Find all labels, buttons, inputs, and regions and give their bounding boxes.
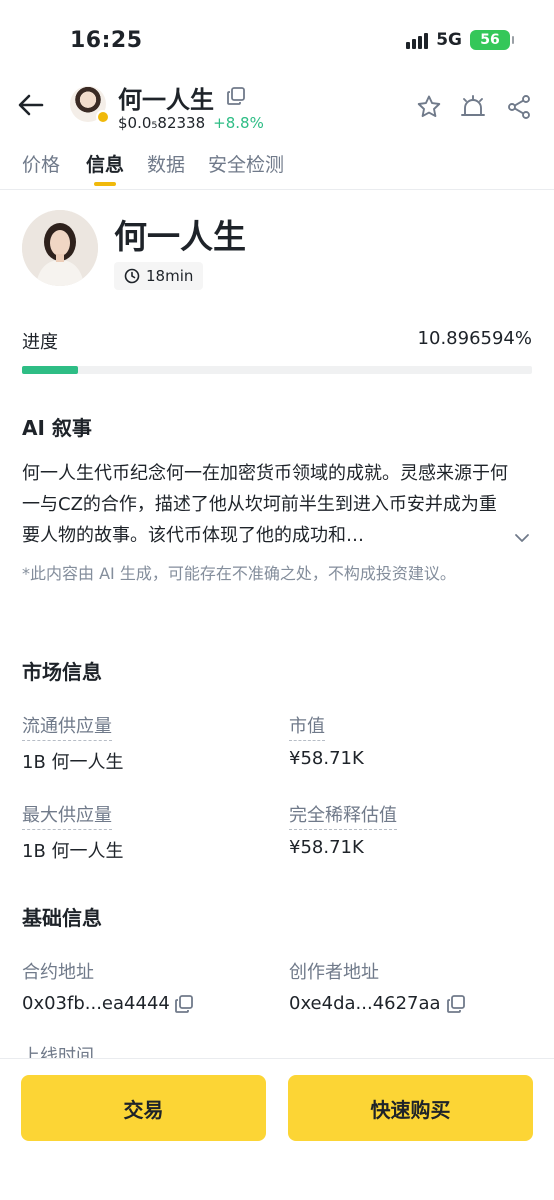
- clock-icon: [124, 268, 140, 284]
- basic-info-title: 基础信息: [22, 906, 102, 930]
- quick-buy-button[interactable]: 快速购买: [288, 1075, 533, 1141]
- ai-disclaimer: *此内容由 AI 生成，可能存在不准确之处，不构成投资建议。: [22, 564, 456, 583]
- progress-label: 进度: [22, 332, 58, 353]
- market-cap-value: ¥58.71K: [289, 748, 364, 769]
- battery-level: 56: [480, 32, 500, 48]
- progress-bar-fill: [22, 366, 78, 374]
- chevron-down-icon[interactable]: [512, 528, 532, 548]
- chain-badge-icon: [96, 110, 110, 124]
- tab-price[interactable]: 价格: [22, 150, 60, 177]
- market-info-title: 市场信息: [22, 660, 102, 684]
- max-supply-value: 1B 何一人生: [22, 841, 124, 862]
- status-bar: 16:25 5G 56: [0, 0, 554, 78]
- circulating-supply-value: 1B 何一人生: [22, 752, 124, 773]
- creator-address-value: 0xe4da...4627aa: [289, 993, 441, 1014]
- star-icon[interactable]: [416, 94, 442, 120]
- share-icon[interactable]: [506, 94, 532, 120]
- contract-address-label: 合约地址: [22, 962, 94, 983]
- copy-creator-icon[interactable]: [446, 994, 466, 1014]
- copy-contract-icon[interactable]: [174, 994, 194, 1014]
- fdv-value: ¥58.71K: [289, 837, 364, 858]
- progress-value: 10.896594%: [417, 328, 532, 349]
- fdv-label[interactable]: 完全稀释估值: [289, 801, 397, 830]
- bottom-action-bar: 交易 快速购买: [0, 1058, 554, 1200]
- price-change: +8.8%: [213, 114, 264, 132]
- tab-info[interactable]: 信息: [86, 150, 124, 177]
- profile-name: 何一人生: [114, 217, 246, 256]
- token-header: 何一人生 $0.0₅82338 +8.8%: [0, 78, 554, 138]
- progress-bar: [22, 366, 532, 374]
- active-tab-indicator: [94, 182, 116, 186]
- token-price: $0.0₅82338: [118, 114, 206, 132]
- alert-bell-icon[interactable]: [460, 94, 486, 120]
- status-time: 16:25: [70, 28, 143, 53]
- creator-address-label: 创作者地址: [289, 962, 379, 983]
- status-indicators: 5G 56: [406, 30, 514, 50]
- price-line: $0.0₅82338 +8.8%: [118, 114, 264, 132]
- tab-security-check[interactable]: 安全检测: [208, 150, 284, 177]
- token-title: 何一人生: [118, 86, 214, 114]
- contract-address-value: 0x03fb...ea4444: [22, 993, 170, 1014]
- back-arrow-icon[interactable]: [16, 90, 46, 120]
- tab-bar: 价格 信息 数据 安全检测: [0, 146, 554, 190]
- max-supply-label[interactable]: 最大供应量: [22, 801, 112, 830]
- ai-narrative-title: AI 叙事: [22, 416, 92, 440]
- battery-icon: 56: [470, 30, 514, 50]
- profile-avatar: [22, 210, 98, 286]
- signal-icon: [406, 31, 429, 49]
- circulating-supply-label[interactable]: 流通供应量: [22, 712, 112, 741]
- token-age: 18min: [146, 267, 194, 285]
- market-cap-label[interactable]: 市值: [289, 712, 325, 741]
- tab-data[interactable]: 数据: [147, 150, 185, 177]
- copy-icon[interactable]: [226, 86, 246, 106]
- age-chip: 18min: [114, 262, 204, 290]
- ai-narrative-text: 何一人生代币纪念何一在加密货币领域的成就。灵感来源于何一与CZ的合作，描述了他从…: [22, 463, 508, 546]
- network-type: 5G: [436, 30, 462, 50]
- trade-button[interactable]: 交易: [21, 1075, 266, 1141]
